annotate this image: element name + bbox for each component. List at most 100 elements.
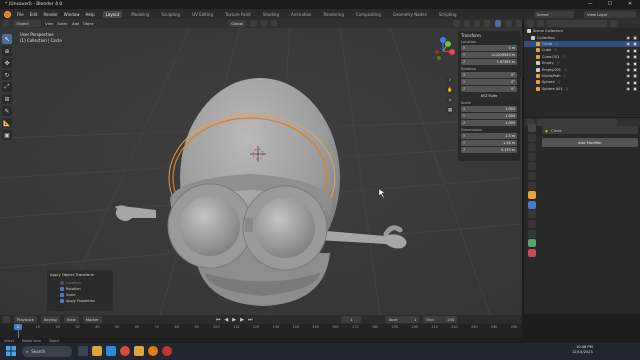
menu-render[interactable]: Render xyxy=(43,12,57,17)
gizmo-neg-y-handle[interactable] xyxy=(437,56,441,60)
jump-end-icon[interactable]: ⏭ xyxy=(248,317,253,323)
viewport-menu-view[interactable]: View xyxy=(45,21,53,26)
blender-taskbar-icon[interactable] xyxy=(148,346,158,356)
visibility-icon[interactable] xyxy=(453,20,460,27)
menu-edit[interactable]: Edit xyxy=(30,12,38,17)
scale-y-field[interactable]: Y 1.000 xyxy=(461,113,517,119)
rotation-y-field[interactable]: Y 0° xyxy=(461,79,517,85)
world-tab-icon[interactable] xyxy=(528,171,536,180)
visibility-eye-icon[interactable]: ◉ xyxy=(627,67,631,72)
edge-browser-icon[interactable] xyxy=(106,346,116,356)
scene-tab-icon[interactable] xyxy=(528,162,536,171)
add-cube-tool-icon[interactable]: ▣ xyxy=(2,130,12,140)
workspace-tab-rendering[interactable]: Rendering xyxy=(320,11,346,18)
render-camera-icon[interactable]: ▣ xyxy=(633,67,637,72)
sidebar-tab-item[interactable] xyxy=(520,34,523,48)
windows-start-icon[interactable] xyxy=(6,346,16,356)
rendered-shading-icon[interactable] xyxy=(515,20,522,27)
minimize-button[interactable]: — xyxy=(580,0,600,9)
view-layer-selector[interactable]: View Layer xyxy=(584,10,636,18)
perspective-toggle-icon[interactable]: ▦ xyxy=(446,106,454,114)
navigation-gizmo[interactable] xyxy=(428,36,458,66)
visibility-eye-icon[interactable]: ◉ xyxy=(627,80,631,85)
location-x-field[interactable]: X0 m xyxy=(461,45,517,51)
sidebar-tab-view[interactable] xyxy=(520,64,523,78)
editor-type-icon[interactable] xyxy=(3,20,10,27)
visibility-eye-icon[interactable]: ◉ xyxy=(627,73,631,78)
annotate-tool-icon[interactable]: ✎ xyxy=(2,106,12,116)
gizmo-z-handle[interactable] xyxy=(440,37,446,43)
visibility-eye-icon[interactable]: ◉ xyxy=(627,35,631,40)
tool-tab-icon[interactable] xyxy=(528,124,536,132)
workspace-tab-compositing[interactable]: Compositing xyxy=(353,11,384,18)
particles-tab-icon[interactable] xyxy=(528,210,536,219)
scale-tool-icon[interactable]: ⤢ xyxy=(2,82,12,92)
end-frame-field[interactable]: End 250 xyxy=(423,316,458,323)
render-tab-icon[interactable] xyxy=(528,133,536,142)
scale-x-field[interactable]: X 1.000 xyxy=(461,106,517,112)
timeline-type-icon[interactable] xyxy=(3,316,10,323)
overlay-icon[interactable] xyxy=(463,20,471,27)
snap-icon[interactable] xyxy=(260,20,267,27)
close-button[interactable]: ✕ xyxy=(620,0,640,9)
rotate-tool-icon[interactable]: ↻ xyxy=(2,70,12,80)
apply-properties-checkbox[interactable]: Apply Properties xyxy=(50,298,110,304)
render-camera-icon[interactable]: ▣ xyxy=(633,73,637,78)
select-tool-icon[interactable]: ↖ xyxy=(2,34,12,44)
workspace-tab-geometry-nodes[interactable]: Geometry Nodes xyxy=(390,11,430,18)
menu-help[interactable]: Help xyxy=(85,12,94,17)
transform-orientation-selector[interactable]: Global xyxy=(228,20,247,27)
start-frame-field[interactable]: Start 1 xyxy=(385,316,420,323)
render-camera-icon[interactable]: ▣ xyxy=(633,41,637,46)
rotation-x-field[interactable]: X 0° xyxy=(461,72,517,78)
workspace-tab-modeling[interactable]: Modeling xyxy=(128,11,152,18)
timeline-track[interactable]: 0102030405060708090100110120130140150160… xyxy=(0,324,522,338)
display-mode-icon[interactable] xyxy=(537,20,544,27)
outliner-item[interactable]: Sphere.001 ▽ ◉ ▣ xyxy=(524,86,640,92)
mode-selector[interactable]: Object Mode xyxy=(13,20,42,33)
taskbar-search-input[interactable]: ⌕ Search xyxy=(22,346,72,357)
view-layer-tab-icon[interactable] xyxy=(528,152,536,161)
visibility-eye-icon[interactable]: ◉ xyxy=(627,61,631,66)
current-frame-field[interactable]: 1 xyxy=(341,316,362,323)
dimensions-y-field[interactable]: Y 1.36 m xyxy=(461,140,517,146)
location-z-field[interactable]: Z 1.67285 m xyxy=(461,59,517,65)
add-modifier-button[interactable]: Add Modifier xyxy=(542,138,638,147)
visibility-eye-icon[interactable]: ◉ xyxy=(627,48,631,53)
filter-icon[interactable] xyxy=(610,20,617,27)
camera-view-icon[interactable]: ⌂ xyxy=(446,96,454,104)
transform-tool-icon[interactable]: ⊞ xyxy=(2,94,12,104)
wireframe-shading-icon[interactable] xyxy=(484,20,491,27)
visibility-eye-icon[interactable]: ◉ xyxy=(627,86,631,91)
pivot-icon[interactable] xyxy=(250,20,257,27)
cursor-tool-icon[interactable]: ⊕ xyxy=(2,46,12,56)
object-data-tab-icon[interactable] xyxy=(528,239,536,248)
timeline-menu-playback[interactable]: Playback xyxy=(14,316,37,323)
workspace-tab-scripting[interactable]: Scripting xyxy=(436,11,460,18)
collection-tab-icon[interactable] xyxy=(528,181,536,190)
solid-shading-icon[interactable] xyxy=(494,20,502,27)
taskbar-app-icon[interactable] xyxy=(134,346,144,356)
render-camera-icon[interactable]: ▣ xyxy=(633,86,637,91)
scene-selector[interactable]: Scene xyxy=(534,10,574,18)
gizmo-x-handle[interactable] xyxy=(449,49,455,55)
recorder-taskbar-icon[interactable] xyxy=(162,346,172,356)
system-tray-clock[interactable]: 10:48 PM 12/15/2023 xyxy=(572,345,593,355)
timeline-menu-marker[interactable]: Marker xyxy=(82,316,102,323)
visibility-eye-icon[interactable]: ◉ xyxy=(627,41,631,46)
material-shading-icon[interactable] xyxy=(505,20,512,27)
material-tab-icon[interactable] xyxy=(528,248,536,257)
file-explorer-icon[interactable] xyxy=(92,346,102,356)
measure-tool-icon[interactable]: 📐 xyxy=(2,118,12,128)
chrome-browser-icon[interactable] xyxy=(120,346,130,356)
move-tool-icon[interactable]: ✥ xyxy=(2,58,12,68)
timeline-menu-keying[interactable]: Keying xyxy=(40,316,60,323)
gizmo-neg-x-handle[interactable] xyxy=(435,50,439,54)
modifier-tab-icon[interactable] xyxy=(528,200,536,209)
workspace-tab-uv-editing[interactable]: UV Editing xyxy=(189,11,216,18)
prev-keyframe-icon[interactable]: ◀ xyxy=(224,317,228,323)
rotation-mode-dropdown[interactable]: XYZ Euler xyxy=(461,93,517,99)
viewport-menu-select[interactable]: Select xyxy=(57,21,68,26)
sidebar-tab-tool[interactable] xyxy=(520,49,523,63)
object-name-field[interactable]: ◆ Circle xyxy=(542,126,638,134)
